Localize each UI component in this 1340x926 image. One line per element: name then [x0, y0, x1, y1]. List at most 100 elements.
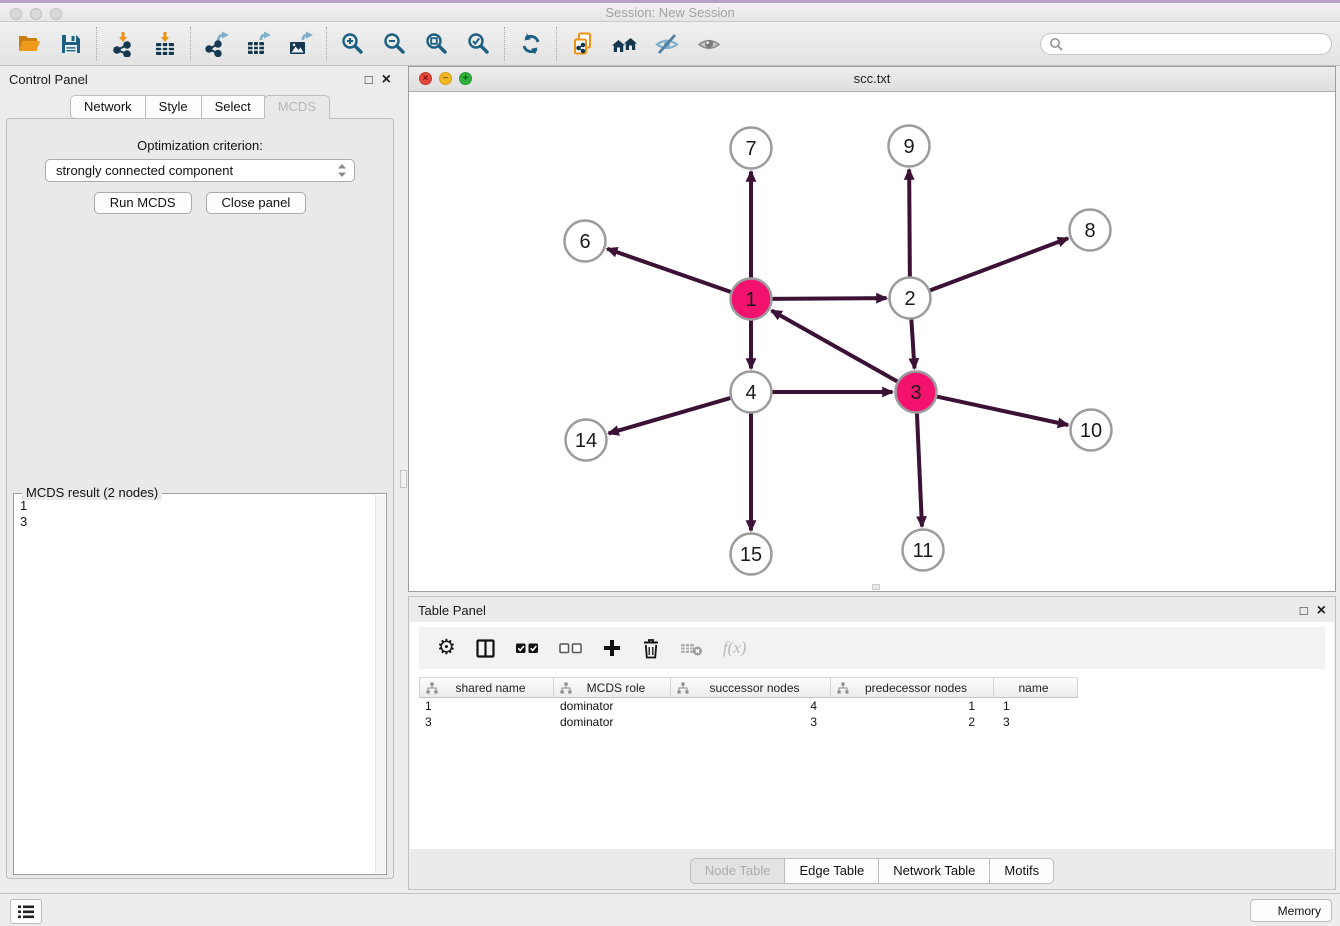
- tree-icon: [837, 682, 849, 694]
- edge-1-6[interactable]: [607, 249, 733, 293]
- task-history-button[interactable]: [10, 899, 42, 924]
- close-panel-button[interactable]: Close panel: [206, 192, 307, 214]
- edge-4-14[interactable]: [609, 397, 733, 433]
- save-session-icon: [58, 31, 84, 57]
- close-panel-icon[interactable]: [382, 73, 391, 86]
- tab-network-table[interactable]: Network Table: [878, 858, 990, 884]
- show-all-button[interactable]: [688, 25, 730, 63]
- divider-grip[interactable]: [400, 470, 407, 488]
- table-panel-tabs: Node TableEdge TableNetwork TableMotifs: [409, 858, 1335, 884]
- export-image-button[interactable]: [280, 25, 322, 63]
- import-table-button[interactable]: [144, 25, 186, 63]
- task-list-icon: [17, 904, 35, 920]
- graph-node-7[interactable]: 7: [731, 128, 772, 169]
- graph-node-3[interactable]: 3: [896, 372, 937, 413]
- search-input[interactable]: [1068, 36, 1323, 52]
- graph-node-11[interactable]: 11: [903, 530, 944, 571]
- graph-node-14[interactable]: 14: [566, 420, 607, 461]
- zoom-out-button[interactable]: [374, 25, 416, 63]
- copy-network-button[interactable]: [562, 25, 604, 63]
- search-box[interactable]: [1040, 33, 1332, 55]
- graph-node-1[interactable]: 1: [731, 279, 772, 320]
- graph-node-15[interactable]: 15: [731, 534, 772, 575]
- column-header-mcds-role[interactable]: MCDS role: [554, 678, 671, 697]
- memory-label: Memory: [1278, 904, 1321, 918]
- edge-2-8[interactable]: [928, 238, 1068, 291]
- save-session-button[interactable]: [50, 25, 92, 63]
- table-toolbar: [419, 627, 1325, 669]
- edge-1-2[interactable]: [770, 298, 887, 299]
- clear-checkboxes-icon[interactable]: [559, 638, 583, 658]
- column-header-shared-name[interactable]: shared name: [419, 678, 554, 697]
- graph-node-2[interactable]: 2: [890, 278, 931, 319]
- export-table-button[interactable]: [238, 25, 280, 63]
- scrollbar[interactable]: [375, 495, 385, 873]
- column-header-name[interactable]: name: [994, 678, 1078, 697]
- tab-mcds[interactable]: MCDS: [264, 95, 330, 119]
- float-panel-icon[interactable]: [365, 73, 373, 86]
- tab-network[interactable]: Network: [70, 95, 146, 119]
- criterion-select[interactable]: strongly connected component: [45, 159, 355, 182]
- table-row[interactable]: 1dominator411: [419, 698, 1334, 714]
- column-header-predecessor-nodes[interactable]: predecessor nodes: [831, 678, 994, 697]
- edge-3-10[interactable]: [935, 396, 1068, 425]
- import-network-button[interactable]: [102, 25, 144, 63]
- tree-icon: [677, 682, 689, 694]
- open-session-button[interactable]: [8, 25, 50, 63]
- edge-3-1[interactable]: [771, 311, 899, 383]
- criterion-value: strongly connected component: [56, 163, 336, 178]
- mcds-result-text[interactable]: 1 3: [14, 494, 386, 534]
- tab-style[interactable]: Style: [145, 95, 202, 119]
- graph-canvas[interactable]: 7 9 6 8 1 2 4 3 14 10 15 11: [409, 92, 1335, 592]
- table-panel-title: Table Panel: [418, 603, 486, 618]
- memory-button[interactable]: Memory: [1250, 899, 1332, 922]
- delete-table-icon[interactable]: [680, 638, 704, 658]
- graph-node-10[interactable]: 10: [1071, 410, 1112, 451]
- select-all-checkboxes-icon[interactable]: [515, 638, 540, 658]
- network-window-titlebar[interactable]: scc.txt: [409, 67, 1335, 92]
- tab-select[interactable]: Select: [201, 95, 265, 119]
- float-table-panel-icon[interactable]: [1300, 604, 1308, 617]
- run-mcds-button[interactable]: Run MCDS: [94, 192, 192, 214]
- main-toolbar: [0, 22, 1340, 66]
- panel-divider[interactable]: [400, 66, 408, 893]
- edge-2-3[interactable]: [911, 317, 914, 369]
- zoom-in-button[interactable]: [332, 25, 374, 63]
- tab-edge-table[interactable]: Edge Table: [784, 858, 879, 884]
- add-column-icon[interactable]: [602, 638, 622, 658]
- split-columns-icon[interactable]: [475, 638, 496, 659]
- zoom-selected-button[interactable]: [458, 25, 500, 63]
- cell-mcds-role: dominator: [554, 715, 671, 729]
- tree-icon: [560, 682, 572, 694]
- export-network-button[interactable]: [196, 25, 238, 63]
- gear-icon[interactable]: [437, 638, 456, 658]
- edge-2-9[interactable]: [909, 169, 910, 279]
- tab-node-table[interactable]: Node Table: [690, 858, 786, 884]
- table-panel-header: Table Panel: [409, 597, 1335, 623]
- graph-node-6[interactable]: 6: [565, 221, 606, 262]
- window-titlebar: Session: New Session: [0, 0, 1340, 22]
- graph-node-4[interactable]: 4: [731, 372, 772, 413]
- zoom-fit-button[interactable]: [416, 25, 458, 63]
- open-session-icon: [16, 31, 42, 57]
- column-header-successor-nodes[interactable]: successor nodes: [671, 678, 831, 697]
- close-table-panel-icon[interactable]: [1317, 604, 1326, 617]
- graph-node-9[interactable]: 9: [889, 126, 930, 167]
- function-builder-icon[interactable]: [723, 638, 747, 658]
- houses-layout-button[interactable]: [604, 25, 646, 63]
- application-window: Session: New Session: [0, 0, 1340, 926]
- hide-selected-button[interactable]: [646, 25, 688, 63]
- cell-shared-name: 3: [419, 715, 554, 729]
- view-resize-grip[interactable]: [872, 584, 880, 590]
- delete-column-icon[interactable]: [641, 637, 661, 659]
- toolbar-separator: [96, 27, 98, 61]
- graph-node-8[interactable]: 8: [1070, 210, 1111, 251]
- mcds-panel: Optimization criterion: strongly connect…: [6, 118, 394, 879]
- table-row[interactable]: 3dominator323: [419, 714, 1334, 730]
- refresh-view-button[interactable]: [510, 25, 552, 63]
- tab-motifs[interactable]: Motifs: [989, 858, 1054, 884]
- edge-3-11[interactable]: [917, 411, 922, 527]
- window-title: Session: New Session: [0, 5, 1340, 20]
- zoom-in-icon: [340, 31, 366, 57]
- zoom-fit-icon: [424, 31, 450, 57]
